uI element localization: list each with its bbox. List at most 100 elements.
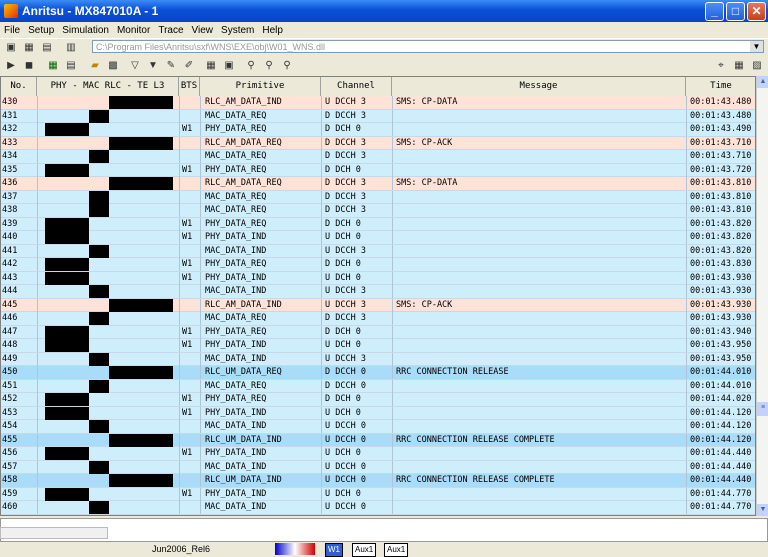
table-row[interactable]: 431 MAC_DATA_REQ D DCCH 3 00:01:43.480	[1, 109, 755, 123]
table-icon[interactable]: ▦	[732, 59, 746, 71]
open-icon[interactable]: ▰	[88, 59, 102, 71]
table-row[interactable]: 451 MAC_DATA_REQ D DCCH 0 00:01:44.010	[1, 379, 755, 393]
col-bts[interactable]: BTS	[179, 77, 200, 96]
table-row[interactable]: 435 W1 PHY_DATA_REQ D DCH 0 00:01:43.720	[1, 163, 755, 177]
col-primitive[interactable]: Primitive	[200, 77, 321, 96]
edit-icon[interactable]: ✎	[164, 59, 178, 71]
menu-file[interactable]: File	[0, 25, 24, 36]
table-row[interactable]: 454 MAC_DATA_IND U DCCH 0 00:01:44.120	[1, 420, 755, 434]
cell-bts	[182, 501, 202, 514]
cell-primitive: RLC_UM_DATA_IND	[205, 475, 282, 485]
table-row[interactable]: 446 MAC_DATA_REQ D DCCH 3 00:01:43.930	[1, 312, 755, 326]
play-icon[interactable]: ▶	[4, 59, 18, 71]
table-row[interactable]: 441 MAC_DATA_IND U DCCH 3 00:01:43.820	[1, 244, 755, 258]
menu-system[interactable]: System	[217, 25, 258, 36]
dll-path-combo[interactable]: C:\Program Files\Anritsu\sxf\WNS\EXE\obj…	[92, 40, 764, 53]
menu-trace[interactable]: Trace	[154, 25, 187, 36]
aux1-up-badge: Aux1	[384, 543, 409, 557]
find-prev-icon[interactable]: ⚲	[280, 59, 294, 71]
disk-icon[interactable]: ▩	[106, 59, 120, 71]
column-divider	[321, 501, 322, 514]
column-divider	[37, 487, 38, 501]
table-row[interactable]: 433 RLC_AM_DATA_REQ D DCCH 3 SMS: CP-ACK 00:…	[1, 136, 755, 150]
config-icon[interactable]: ▤	[40, 42, 54, 54]
cell-channel: D DCCH 3	[325, 178, 366, 188]
cell-channel: U DCCH 3	[325, 353, 366, 364]
table-row[interactable]: 455 RLC_UM_DATA_IND U DCCH 0 RRC CONNECTION…	[1, 433, 755, 447]
column-divider	[392, 109, 393, 123]
table-row[interactable]: 449 MAC_DATA_IND U DCCH 3 00:01:43.950	[1, 352, 755, 366]
table-row[interactable]: 445 RLC_AM_DATA_IND U DCCH 3 SMS: CP-ACK 00:…	[1, 298, 755, 312]
menu-setup[interactable]: Setup	[24, 25, 58, 36]
dll-icon[interactable]: ▥	[64, 42, 78, 54]
scroll-thumb[interactable]: ≡	[757, 402, 768, 416]
cell-message: RRC CONNECTION RELEASE COMPLETE	[396, 475, 555, 485]
table-row[interactable]: 444 MAC_DATA_IND U DCCH 3 00:01:43.930	[1, 285, 755, 299]
table-row[interactable]: 432 W1 PHY_DATA_REQ D DCH 0 00:01:43.490	[1, 123, 755, 137]
table-row[interactable]: 434 MAC_DATA_REQ D DCCH 3 00:01:43.710	[1, 150, 755, 164]
table-row[interactable]: 450 RLC_UM_DATA_REQ D DCCH 0 RRC CONNECTION…	[1, 366, 755, 380]
menu-monitor[interactable]: Monitor	[113, 25, 154, 36]
col-no[interactable]: No.	[1, 77, 37, 96]
menu-view[interactable]: View	[188, 25, 218, 36]
table-row[interactable]: 456 W1 PHY_DATA_IND U DCH 0 00:01:44.440	[1, 447, 755, 461]
table-row[interactable]: 457 MAC_DATA_IND U DCCH 0 00:01:44.440	[1, 460, 755, 474]
close-button[interactable]: ✕	[747, 1, 766, 21]
cell-primitive: PHY_DATA_IND	[205, 232, 267, 242]
table-row[interactable]: 459 W1 PHY_DATA_IND U DCH 0 00:01:44.770	[1, 487, 755, 501]
table-row[interactable]: 448 W1 PHY_DATA_IND U DCH 0 00:01:43.950	[1, 339, 755, 353]
col-time[interactable]: Time	[686, 77, 755, 96]
menu-help[interactable]: Help	[258, 25, 287, 36]
arrow-right-icon	[45, 271, 89, 285]
table-row[interactable]: 440 W1 PHY_DATA_IND U DCH 0 00:01:43.820	[1, 231, 755, 245]
cell-bts	[182, 474, 202, 487]
cell-bts: W1	[182, 164, 193, 175]
find-icon[interactable]: ⚲	[244, 59, 258, 71]
arrow-right-icon	[109, 474, 173, 487]
filter-icon[interactable]: ▽	[128, 59, 142, 71]
cell-no: 438	[2, 205, 18, 215]
release-label: Jun2006_Rel6	[152, 544, 211, 554]
layout-icon[interactable]: ▦	[204, 59, 218, 71]
table-row[interactable]: 438 MAC_DATA_REQ D DCCH 3 00:01:43.810	[1, 204, 755, 218]
table-row[interactable]: 447 W1 PHY_DATA_REQ D DCH 0 00:01:43.940	[1, 325, 755, 339]
column-divider	[392, 325, 393, 339]
horizontal-scrollbar[interactable]	[0, 527, 108, 539]
scroll-down-icon[interactable]: ▼	[757, 504, 768, 516]
monitor-icon[interactable]: ▣	[4, 42, 18, 54]
pen-icon[interactable]: ✐	[182, 59, 196, 71]
funnel-icon[interactable]: ▼	[146, 59, 160, 71]
table-row[interactable]: 443 W1 PHY_DATA_IND U DCH 0 00:01:43.930	[1, 271, 755, 285]
table-row[interactable]: 460 MAC_DATA_IND U DCCH 0 00:01:44.770	[1, 501, 755, 515]
table-row[interactable]: 437 MAC_DATA_REQ D DCCH 3 00:01:43.810	[1, 190, 755, 204]
table-row[interactable]: 439 W1 PHY_DATA_REQ D DCH 0 00:01:43.820	[1, 217, 755, 231]
col-layers[interactable]: PHY - MAC RLC - TE L3	[37, 77, 179, 96]
vertical-scrollbar[interactable]: ▲ ≡ ▼	[756, 76, 768, 516]
col-message[interactable]: Message	[392, 77, 686, 96]
scroll-up-icon[interactable]: ▲	[757, 76, 768, 88]
grid-icon[interactable]: ▦	[46, 59, 60, 71]
maximize-button[interactable]: □	[726, 1, 745, 21]
chevron-down-icon[interactable]: ▼	[750, 41, 763, 52]
table-row[interactable]: 453 W1 PHY_DATA_IND U DCH 0 00:01:44.120	[1, 406, 755, 420]
app-icon	[4, 4, 18, 18]
table-row[interactable]: 442 W1 PHY_DATA_REQ D DCH 0 00:01:43.830	[1, 258, 755, 272]
chart-icon[interactable]: ▨	[750, 59, 764, 71]
minimize-button[interactable]: _	[705, 1, 724, 21]
cell-bts	[182, 420, 202, 433]
network-icon[interactable]: ▦	[22, 42, 36, 54]
zoom-icon[interactable]: ▣	[222, 59, 236, 71]
col-channel[interactable]: Channel	[321, 77, 392, 96]
target-icon[interactable]: ⌖	[714, 59, 728, 71]
arrow-right-icon	[89, 501, 109, 514]
table-row[interactable]: 458 RLC_UM_DATA_IND U DCCH 0 RRC CONNECTION…	[1, 474, 755, 488]
cell-primitive: MAC_DATA_IND	[205, 461, 267, 472]
table-row[interactable]: 430 RLC_AM_DATA_IND U DCCH 3 SMS: CP-DATA 00…	[1, 96, 755, 110]
column-divider	[686, 258, 687, 271]
table-row[interactable]: 452 W1 PHY_DATA_REQ D DCH 0 00:01:44.020	[1, 393, 755, 407]
stop-icon[interactable]: ◼	[22, 59, 36, 71]
menu-simulation[interactable]: Simulation	[58, 25, 113, 36]
save-icon[interactable]: ▤	[64, 59, 78, 71]
table-row[interactable]: 436 RLC_AM_DATA_REQ D DCCH 3 SMS: CP-DATA 00…	[1, 177, 755, 191]
find-next-icon[interactable]: ⚲	[262, 59, 276, 71]
